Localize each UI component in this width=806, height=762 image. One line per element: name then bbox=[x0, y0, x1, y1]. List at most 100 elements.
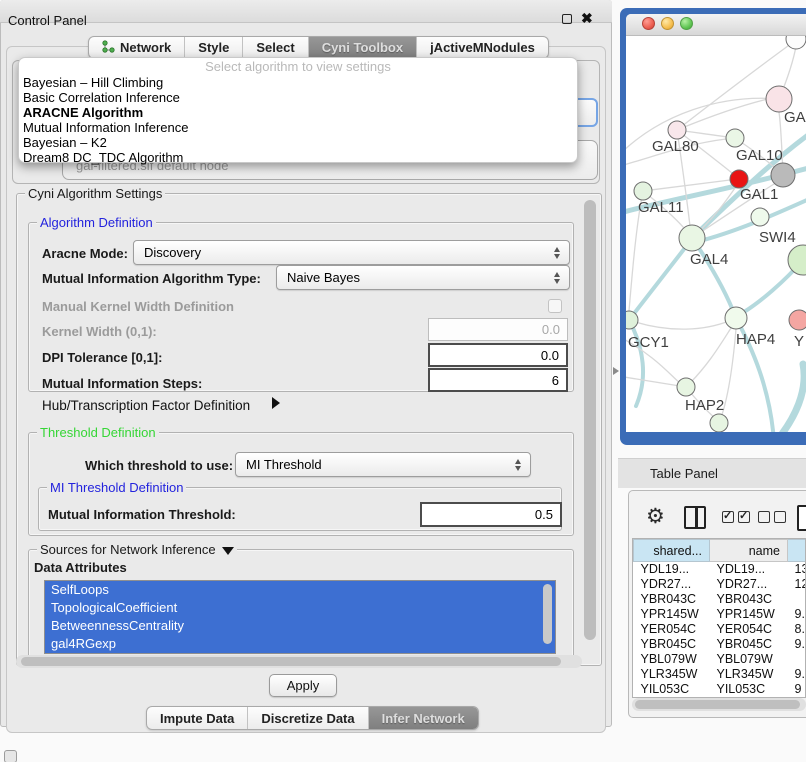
list-item[interactable]: TopologicalCoefficient bbox=[45, 599, 555, 617]
network-canvas[interactable]: GALGAL80GAL10GAL1GAL11SWI4GAL4GCY1HAP4YH… bbox=[626, 36, 806, 432]
network-node-hap4[interactable] bbox=[725, 307, 747, 329]
node-label-gal4: GAL4 bbox=[690, 251, 728, 268]
bottom-tab-bar: Impute DataDiscretize Data Infer Network bbox=[146, 706, 479, 730]
popup-item[interactable]: Bayesian – K2 bbox=[19, 135, 577, 150]
table-hscroll-thumb[interactable] bbox=[635, 700, 800, 709]
gear-icon[interactable]: ⚙ bbox=[646, 507, 665, 527]
unchecked-box-icon bbox=[758, 511, 770, 523]
table-row[interactable]: YIL053CYIL053C9 bbox=[634, 682, 806, 697]
tab-jactivemnodules[interactable]: jActiveMNodules bbox=[417, 37, 548, 58]
zoom-traffic-light-icon[interactable] bbox=[680, 17, 693, 30]
top-tab-bar: NetworkStyleSelectCyni Toolbox jActiveMNo… bbox=[88, 36, 549, 59]
expand-arrow-icon[interactable] bbox=[272, 397, 280, 409]
close-traffic-light-icon[interactable] bbox=[642, 17, 655, 30]
network-node-gal4[interactable] bbox=[679, 225, 705, 251]
node-label-swi4: SWI4 bbox=[759, 229, 796, 246]
mi-type-value: Naive Bayes bbox=[287, 270, 360, 285]
deselect-all-icon[interactable] bbox=[758, 511, 786, 523]
network-edge bbox=[686, 328, 731, 387]
table-row[interactable]: YLR345WYLR345W9. bbox=[634, 667, 806, 682]
mi-threshold-field[interactable]: 0.5 bbox=[420, 502, 562, 527]
splitter-arrow-icon[interactable] bbox=[613, 367, 619, 375]
network-node-gal10[interactable] bbox=[726, 129, 744, 147]
select-all-icon[interactable] bbox=[722, 511, 750, 523]
network-edge bbox=[677, 98, 772, 130]
network-node-salmon[interactable] bbox=[789, 310, 806, 330]
network-node-node-bottom[interactable] bbox=[710, 414, 728, 432]
settings-vertical-scrollbar[interactable] bbox=[584, 200, 596, 640]
tab-style[interactable]: Style bbox=[185, 37, 243, 58]
table-row[interactable]: YBR043CYBR043C bbox=[634, 592, 806, 607]
popup-item[interactable]: Basic Correlation Inference bbox=[19, 90, 577, 105]
list-scrollbar[interactable] bbox=[543, 584, 552, 644]
dock-corner-icon[interactable] bbox=[4, 750, 17, 762]
network-node-node-top[interactable] bbox=[786, 36, 806, 49]
tab-infer-network[interactable]: Infer Network bbox=[369, 707, 478, 729]
aracne-mode-combo[interactable]: Discovery bbox=[133, 240, 570, 265]
mi-threshold-value: 0.5 bbox=[535, 507, 553, 522]
network-node-gal80[interactable] bbox=[668, 121, 686, 139]
table-row[interactable]: YER054CYER054C8. bbox=[634, 622, 806, 637]
table-row[interactable]: YBL079WYBL079W bbox=[634, 652, 806, 667]
table-cell: YBL079W bbox=[710, 652, 788, 667]
apply-button[interactable]: Apply bbox=[269, 674, 337, 697]
float-window-icon[interactable] bbox=[562, 14, 572, 24]
tab-label: Infer Network bbox=[382, 711, 465, 726]
minimize-traffic-light-icon[interactable] bbox=[661, 17, 674, 30]
table-cell: YIL053C bbox=[710, 682, 788, 697]
node-table[interactable]: shared...nameYDL19...YDL19...13YDR27...Y… bbox=[633, 539, 806, 697]
sources-group-title: Sources for Network Inference bbox=[40, 542, 216, 557]
table-row[interactable]: YDR27...YDR27...12 bbox=[634, 577, 806, 592]
table-cell: YDR27... bbox=[634, 577, 710, 592]
split-columns-icon[interactable] bbox=[684, 506, 706, 529]
tab-network[interactable]: Network bbox=[89, 37, 185, 58]
popup-item[interactable]: Mutual Information Inference bbox=[19, 120, 577, 135]
tab-label: jActiveMNodules bbox=[430, 40, 535, 55]
table-row[interactable]: YBR045CYBR045C9. bbox=[634, 637, 806, 652]
tab-select[interactable]: Select bbox=[243, 37, 308, 58]
network-node-gray-node[interactable] bbox=[771, 163, 795, 187]
table-cell: YER054C bbox=[634, 622, 710, 637]
stepper-icon bbox=[554, 272, 561, 284]
document-icon[interactable] bbox=[797, 505, 806, 531]
list-item[interactable]: BetweennessCentrality bbox=[45, 617, 555, 635]
network-graph[interactable]: GALGAL80GAL10GAL1GAL11SWI4GAL4GCY1HAP4YH… bbox=[626, 36, 806, 432]
data-attributes-list[interactable]: SelfLoopsTopologicalCoefficientBetweenne… bbox=[44, 580, 556, 654]
tab-impute-data[interactable]: Impute Data bbox=[147, 707, 248, 729]
list-item[interactable]: gal4RGexp bbox=[45, 635, 555, 653]
column-header-extra[interactable] bbox=[788, 540, 806, 562]
popup-item[interactable]: Dream8 DC_TDC Algorithm bbox=[19, 150, 577, 165]
column-header-shared...[interactable]: shared... bbox=[634, 540, 710, 562]
node-label-hap2: HAP2 bbox=[685, 397, 724, 414]
mi-steps-field[interactable]: 6 bbox=[428, 368, 568, 392]
collapse-arrow-icon[interactable] bbox=[222, 547, 234, 555]
tab-discretize-data[interactable]: Discretize Data bbox=[248, 707, 368, 729]
table-cell: YDL19... bbox=[634, 562, 710, 577]
stepper-icon bbox=[515, 459, 522, 471]
column-header-name[interactable]: name bbox=[710, 540, 788, 562]
control-panel-title: Control Panel bbox=[8, 13, 87, 28]
horizontal-scrollbar-thumb[interactable] bbox=[21, 657, 561, 666]
popup-item[interactable]: ARACNE Algorithm bbox=[19, 105, 577, 120]
algorithm-definition-title: Algorithm Definition bbox=[37, 215, 156, 230]
network-node-swi4[interactable] bbox=[751, 208, 769, 226]
mi-threshold-label: Mutual Information Threshold: bbox=[48, 507, 236, 522]
apply-button-label: Apply bbox=[287, 678, 320, 693]
kernel-width-field[interactable]: 0.0 bbox=[428, 318, 568, 341]
manual-kernel-checkbox[interactable] bbox=[548, 299, 562, 313]
dpi-tolerance-field[interactable]: 0.0 bbox=[428, 343, 568, 367]
network-edge bbox=[774, 364, 804, 432]
popup-item[interactable]: Bayesian – Hill Climbing bbox=[19, 75, 577, 90]
mi-type-combo[interactable]: Naive Bayes bbox=[276, 265, 570, 290]
table-cell: YBL079W bbox=[634, 652, 710, 667]
stepper-icon bbox=[554, 247, 561, 259]
which-threshold-combo[interactable]: MI Threshold bbox=[235, 452, 531, 477]
list-item[interactable]: SelfLoops bbox=[45, 581, 555, 599]
tab-cyni-toolbox[interactable]: Cyni Toolbox bbox=[309, 37, 417, 58]
network-node-hap2[interactable] bbox=[677, 378, 695, 396]
close-icon[interactable]: ✖ bbox=[581, 10, 593, 27]
dpi-tolerance-label: DPI Tolerance [0,1]: bbox=[42, 350, 162, 365]
network-node-gal11[interactable] bbox=[634, 182, 652, 200]
table-row[interactable]: YDL19...YDL19...13 bbox=[634, 562, 806, 577]
table-row[interactable]: YPR145WYPR145W9. bbox=[634, 607, 806, 622]
